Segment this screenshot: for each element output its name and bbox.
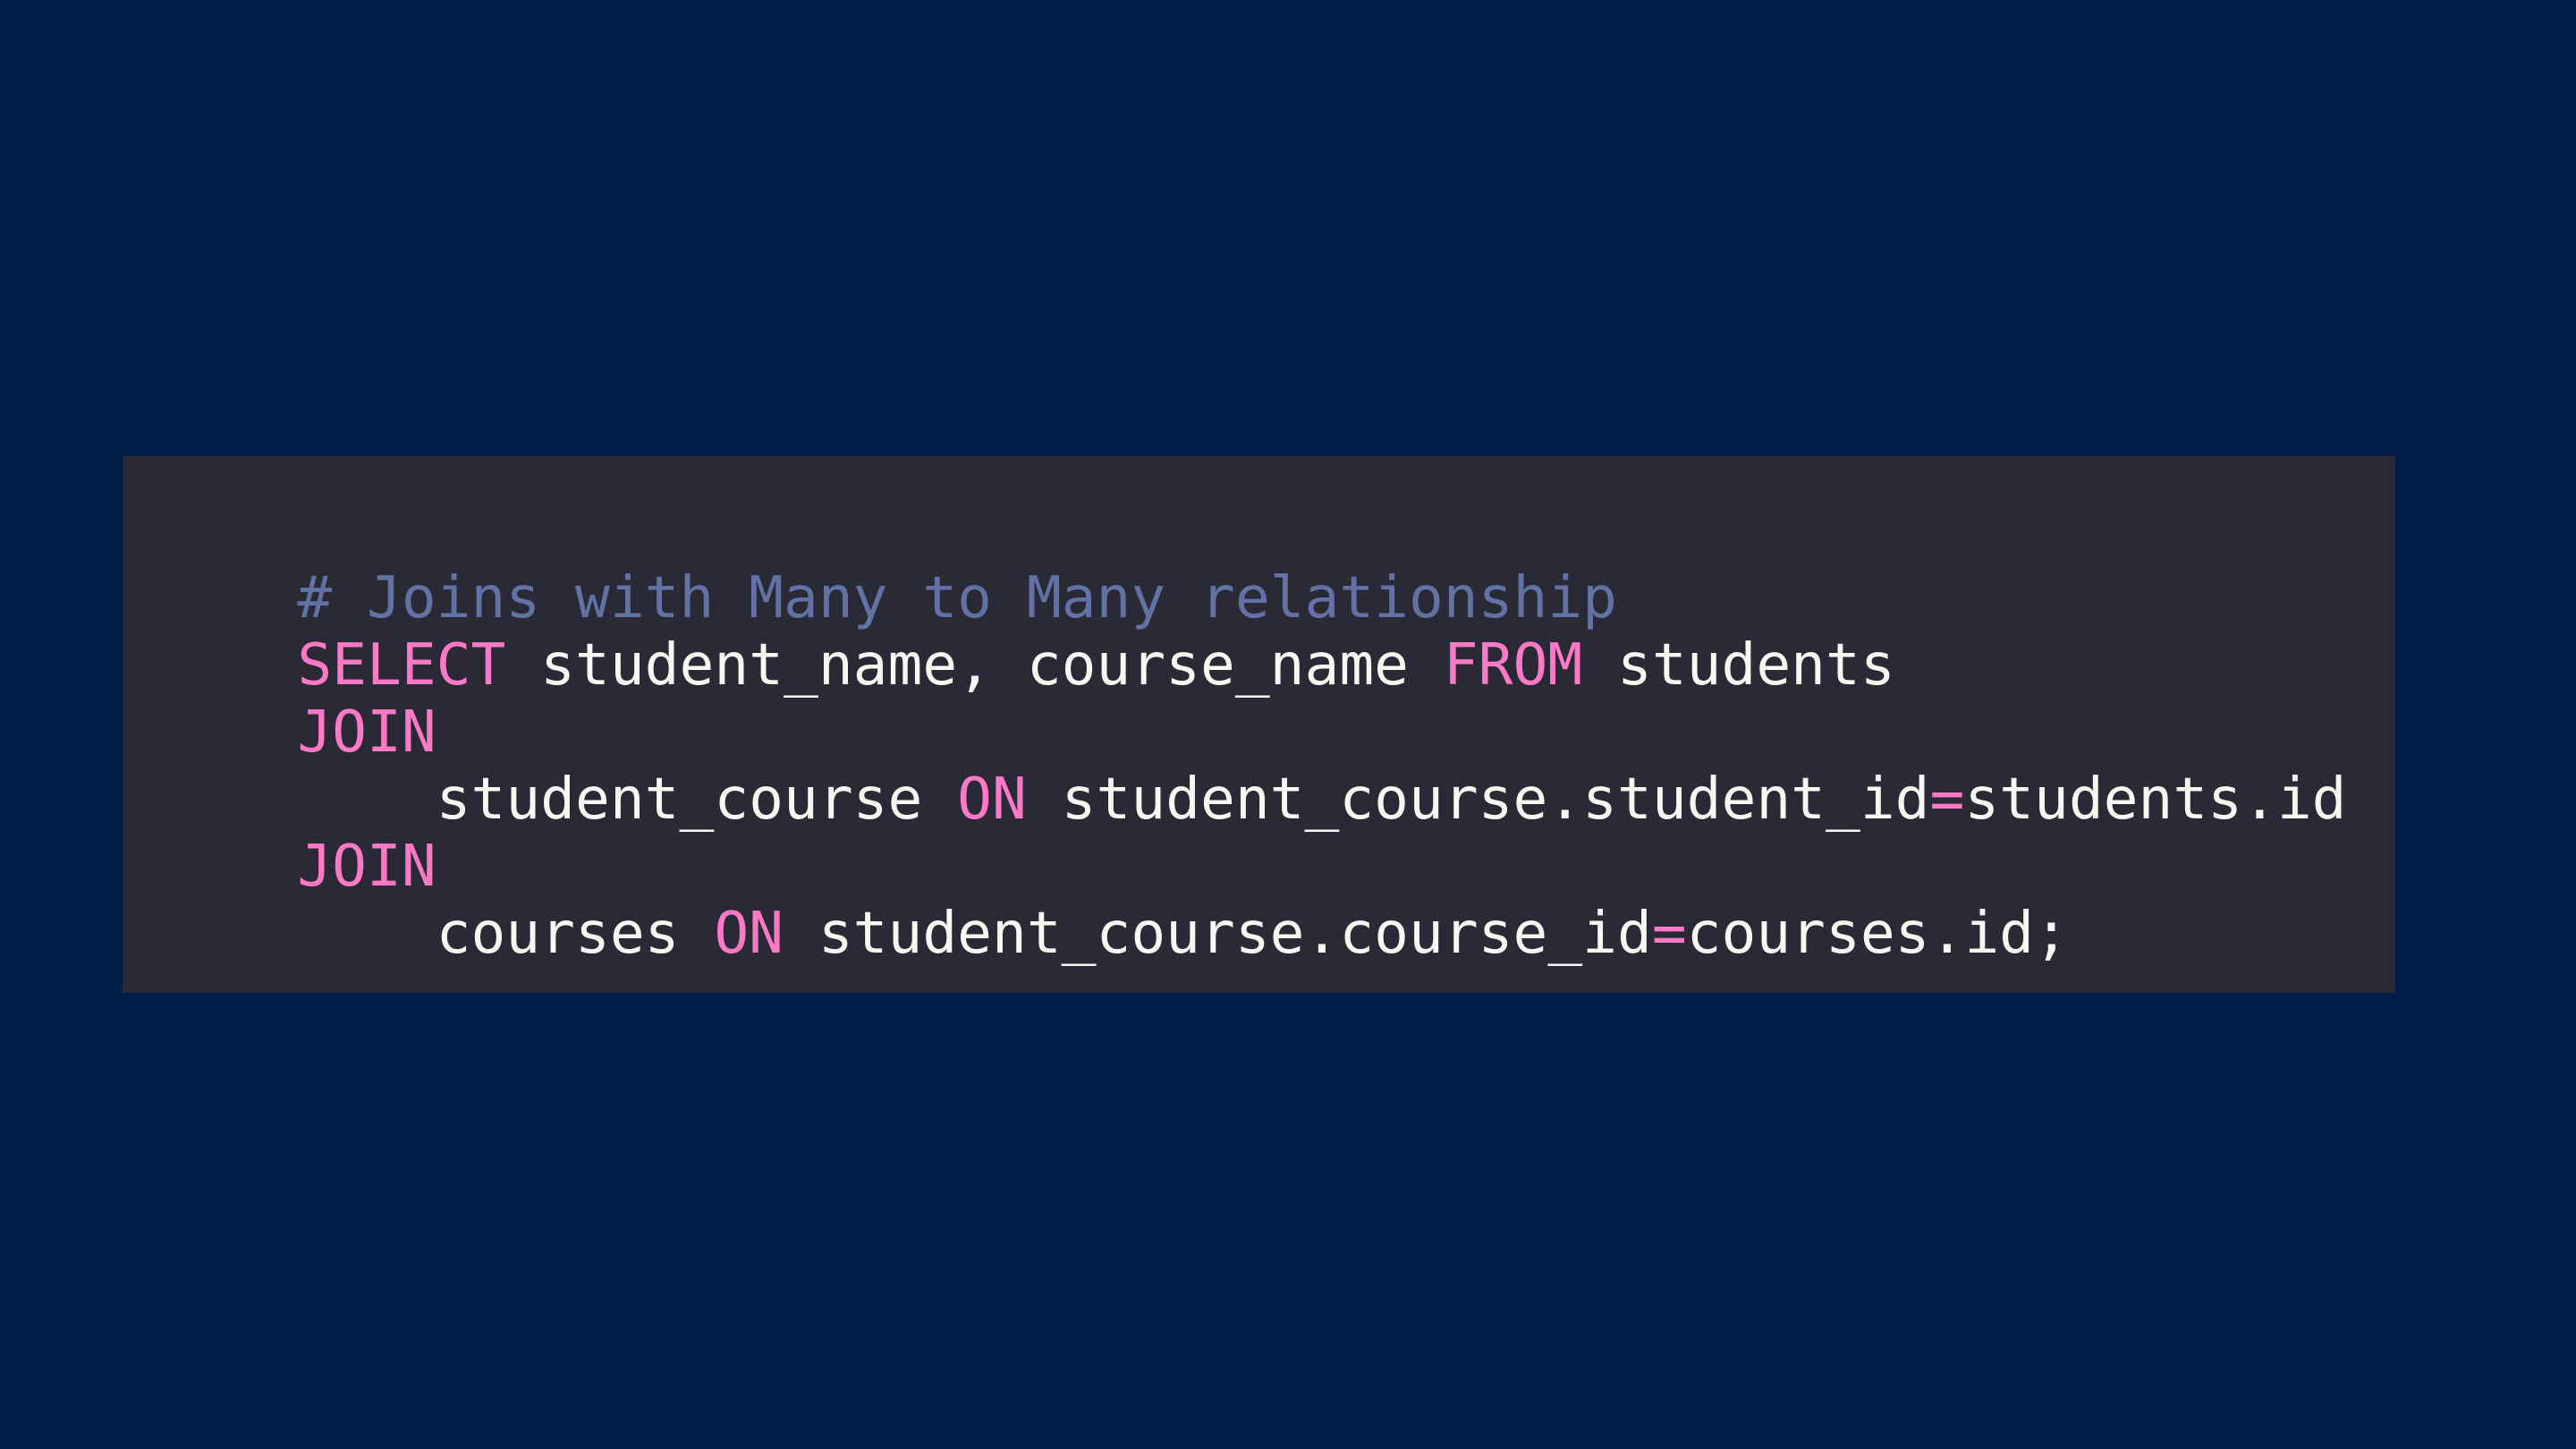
code-line-comment: # Joins with Many to Many relationship	[158, 497, 2395, 631]
sql-keyword-on: ON	[714, 900, 784, 967]
sql-equals-operator: =	[1651, 900, 1687, 967]
sql-keyword-select: SELECT	[297, 631, 506, 699]
sql-table-student-course: student_course	[297, 766, 958, 833]
sql-keyword-join: JOIN	[297, 699, 436, 766]
sql-table-students: students	[1582, 631, 1895, 699]
sql-join-left-operand: student_course.student_id	[1026, 766, 1930, 833]
sql-keyword-from: FROM	[1443, 631, 1583, 699]
code-line-on-student-course: student_course ON student_course.student…	[158, 699, 2395, 833]
sql-equals-operator: =	[1929, 766, 1965, 833]
code-line-on-courses: courses ON student_course.course_id=cour…	[158, 833, 2395, 967]
sql-join-left-operand: student_course.course_id	[784, 900, 1652, 967]
sql-table-courses: courses	[297, 900, 715, 967]
code-block: # Joins with Many to Many relationship S…	[123, 456, 2395, 993]
sql-join-right-operand: students.id	[1964, 766, 2347, 833]
sql-keyword-on: ON	[957, 766, 1027, 833]
sql-join-right-operand: courses.id;	[1686, 900, 2069, 967]
sql-keyword-join: JOIN	[297, 833, 436, 900]
sql-comment: # Joins with Many to Many relationship	[297, 564, 1617, 631]
sql-select-columns: student_name, course_name	[505, 631, 1444, 699]
